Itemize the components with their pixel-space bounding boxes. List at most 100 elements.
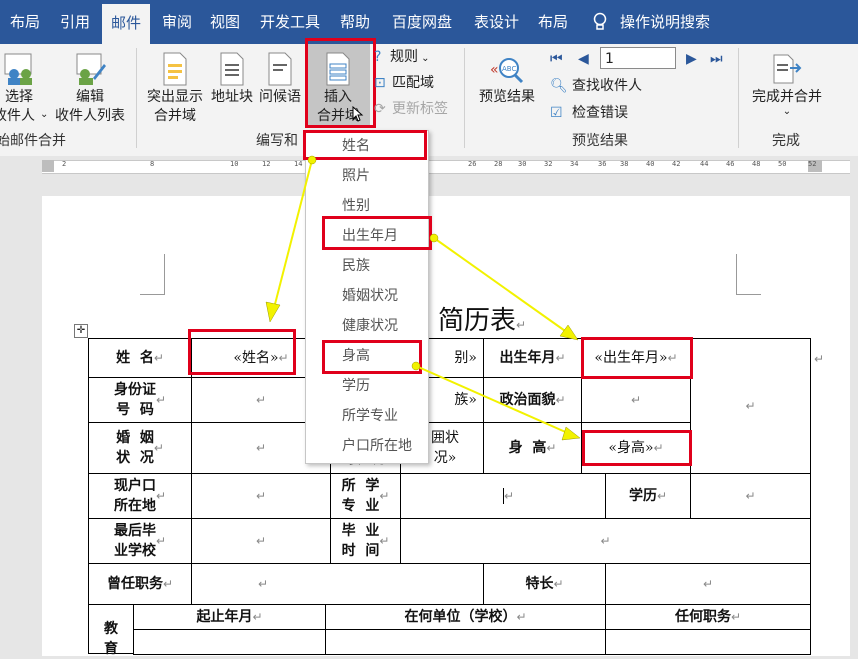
tab-mailings[interactable]: 邮件 xyxy=(102,4,150,44)
highlight-label-2: 合并域 xyxy=(154,108,196,124)
document-title-text: 简历表 xyxy=(438,306,517,336)
tab-references[interactable]: 引用 xyxy=(60,0,90,44)
paragraph-mark: ↵ xyxy=(153,441,164,455)
hukou-label: 现户口 所在地 xyxy=(113,478,156,514)
table-cell-label[interactable]: 毕 业 时 间 ↵ xyxy=(330,518,401,564)
paragraph-mark: ↵ xyxy=(745,489,756,503)
tell-me-search[interactable]: 操作说明搜索 xyxy=(592,0,710,44)
table-cell-label[interactable]: 曾任职务 ↵ xyxy=(88,563,192,605)
record-number-input[interactable]: 1 xyxy=(600,47,676,69)
dropdown-item-ethnic[interactable]: 民族 xyxy=(306,251,428,281)
row-end-mark: ↵ xyxy=(814,352,825,366)
ruler-number: 34 xyxy=(570,160,579,168)
position-label: 任何职务 xyxy=(674,609,731,625)
table-cell-label[interactable]: 现户口 所在地 ↵ xyxy=(88,473,192,519)
mouse-cursor-icon xyxy=(352,106,364,122)
special-label: 特长 xyxy=(525,576,554,592)
rules-icon: ? xyxy=(374,49,382,65)
preview-results-icon: «ABC xyxy=(490,58,524,84)
table-cell-header[interactable]: 起止年月 ↵ xyxy=(133,604,326,630)
table-cell-label[interactable]: 出生年月 ↵ xyxy=(483,338,582,378)
group-separator xyxy=(738,48,739,148)
ruler-margin-left xyxy=(42,160,54,172)
paragraph-mark: ↵ xyxy=(255,534,267,548)
tab-view[interactable]: 视图 xyxy=(210,0,240,44)
paragraph-mark: ↵ xyxy=(252,610,263,624)
ruler-number: 46 xyxy=(726,160,735,168)
highlight-box-birth-item xyxy=(322,216,432,250)
table-cell-grad-value[interactable]: ↵ xyxy=(400,518,811,564)
edit-recipients-button[interactable]: 编辑 收件人列表 xyxy=(50,52,130,126)
greeting-line-button[interactable]: 问候语 xyxy=(256,52,304,107)
update-labels-button[interactable]: ⟳ 更新标签 xyxy=(374,98,448,120)
paragraph-mark: ↵ xyxy=(555,393,566,407)
tab-review[interactable]: 审阅 xyxy=(162,0,192,44)
previous-record-button[interactable]: ◀ xyxy=(578,48,589,70)
find-recipient-label: 查找收件人 xyxy=(572,78,642,94)
finish-merge-button[interactable]: 完成并合并 ⌄ xyxy=(746,52,828,117)
table-cell-label[interactable]: 最后毕 业学校 ↵ xyxy=(88,518,192,564)
table-cell-header[interactable]: 任何职务 ↵ xyxy=(605,604,811,630)
preview-results-button[interactable]: «ABC 预览结果 xyxy=(472,52,542,107)
match-fields-button[interactable]: ⊡ 匹配域 xyxy=(374,72,434,94)
svg-text:ABC: ABC xyxy=(502,65,516,73)
tab-layout[interactable]: 布局 xyxy=(10,0,40,44)
next-record-button[interactable]: ▶ xyxy=(686,48,697,70)
paragraph-mark: ↵ xyxy=(255,393,267,407)
document-title: 简历表↵ xyxy=(438,300,526,337)
dropdown-item-health[interactable]: 健康状况 xyxy=(306,311,428,341)
select-recipients-button[interactable]: 选择 收件人 xyxy=(0,52,42,126)
check-errors-button[interactable]: ☑ 检查错误 xyxy=(550,102,628,124)
table-cell-school-value[interactable]: ↵ xyxy=(191,518,331,564)
table-cell-label[interactable]: 特长 ↵ xyxy=(483,563,606,605)
first-record-button[interactable]: ⏮ xyxy=(550,48,563,70)
table-cell-label[interactable]: 身份证 号 码 ↵ xyxy=(88,377,192,423)
greeting-line-label: 问候语 xyxy=(259,89,301,105)
ruler-number: 14 xyxy=(294,160,303,168)
table-cell-empty[interactable] xyxy=(605,629,811,655)
rules-button[interactable]: ? 规则 ⌄ xyxy=(374,46,430,68)
table-cell-politics-value[interactable]: ↵ xyxy=(581,377,691,423)
horizontal-ruler[interactable]: 2 8 10 12 14 26 28 30 32 34 36 38 40 42 44 46 48 50 52 xyxy=(0,156,858,176)
table-cell-label[interactable]: 姓 名 ↵ xyxy=(88,338,192,378)
table-cell-major-value[interactable]: ↵ xyxy=(400,473,606,519)
table-cell-label[interactable]: 政治面貌 ↵ xyxy=(483,377,582,423)
tab-table-design[interactable]: 表设计 xyxy=(474,0,519,44)
table-cell-empty[interactable] xyxy=(325,629,606,655)
dropdown-item-photo[interactable]: 照片 xyxy=(306,161,428,191)
table-move-handle-icon[interactable]: ✛ xyxy=(74,324,88,338)
dropdown-item-major[interactable]: 所学专业 xyxy=(306,401,428,431)
table-cell-label[interactable]: 学历 ↵ xyxy=(605,473,691,519)
highlight-box-insert-field xyxy=(305,38,376,128)
finish-merge-label: 完成并合并 xyxy=(752,89,822,105)
table-cell-label[interactable]: 教 育 xyxy=(88,604,134,657)
table-cell-empty[interactable] xyxy=(133,629,326,655)
table-cell-header[interactable]: 在何单位（学校） ↵ xyxy=(325,604,606,630)
table-cell-edu-value[interactable]: ↵ xyxy=(690,473,811,519)
major-label: 所 学 专 业 xyxy=(341,478,380,514)
dropdown-item-education[interactable]: 学历 xyxy=(306,371,428,401)
chevron-down-icon[interactable]: ⌄ xyxy=(40,104,48,126)
dropdown-item-hukou[interactable]: 户口所在地 xyxy=(306,431,428,461)
paragraph-mark: ↵ xyxy=(702,577,714,591)
table-cell-special-value[interactable]: ↵ xyxy=(605,563,811,605)
table-cell-label[interactable]: 所 学 专 业 ↵ xyxy=(330,473,401,519)
paragraph-mark: ↵ xyxy=(745,399,756,413)
highlight-merge-fields-button[interactable]: 突出显示 合并域 xyxy=(144,52,206,126)
edu-label: 学历 xyxy=(628,488,657,504)
table-cell-photo[interactable]: ↵ xyxy=(690,338,811,474)
ruler-number: 36 xyxy=(598,160,607,168)
table-cell-hukou-value[interactable]: ↵ xyxy=(191,473,331,519)
ruler-number: 30 xyxy=(518,160,527,168)
find-recipient-button[interactable]: 🔍︎ 查找收件人 xyxy=(550,75,642,97)
tab-table-layout[interactable]: 布局 xyxy=(538,0,568,44)
find-recipient-icon: 🔍︎ xyxy=(550,78,568,94)
address-block-button[interactable]: 地址块 xyxy=(208,52,256,107)
dropdown-item-marriage[interactable]: 婚姻状况 xyxy=(306,281,428,311)
table-cell-former-value[interactable]: ↵ xyxy=(191,563,484,605)
table-cell-label[interactable]: 婚 姻 状 况 ↵ xyxy=(88,422,192,474)
last-record-button[interactable]: ⏭ xyxy=(710,48,723,70)
table-cell-label[interactable]: 身 高 ↵ xyxy=(483,422,582,474)
tab-baidu-netdisk[interactable]: 百度网盘 xyxy=(392,0,452,44)
period-label: 起止年月 xyxy=(196,609,253,625)
